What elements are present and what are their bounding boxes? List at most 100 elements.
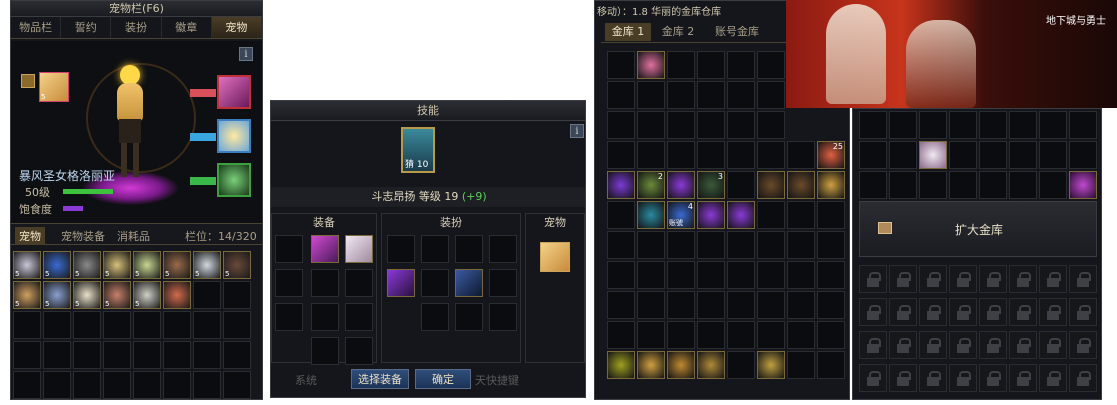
empty-slot[interactable] xyxy=(757,141,785,169)
lock-icon[interactable] xyxy=(21,74,35,88)
empty-slot[interactable] xyxy=(667,51,695,79)
empty-slot[interactable] xyxy=(889,171,917,199)
empty-slot[interactable] xyxy=(223,341,251,369)
empty-slot[interactable] xyxy=(727,111,755,139)
info-icon[interactable]: i xyxy=(239,47,253,61)
empty-slot[interactable] xyxy=(817,201,845,229)
empty-slot[interactable] xyxy=(223,371,251,399)
empty-slot[interactable] xyxy=(607,291,635,319)
empty-slot[interactable] xyxy=(919,171,947,199)
empty-slot[interactable] xyxy=(727,171,755,199)
empty-slot[interactable] xyxy=(103,371,131,399)
empty-slot[interactable] xyxy=(667,111,695,139)
pet-item-slot[interactable]: 5 xyxy=(223,251,251,279)
empty-slot[interactable] xyxy=(637,291,665,319)
pet-item-slot[interactable]: 5 xyxy=(13,281,41,309)
empty-slot[interactable] xyxy=(697,51,725,79)
empty-slot[interactable] xyxy=(859,141,887,169)
empty-slot[interactable] xyxy=(787,261,815,289)
pet-equip-slot-green[interactable] xyxy=(217,163,251,197)
empty-slot[interactable] xyxy=(697,81,725,109)
vault-item-slot[interactable] xyxy=(727,201,755,229)
empty-slot[interactable] xyxy=(193,341,221,369)
vault-item-slot[interactable] xyxy=(697,351,725,379)
pet-item-slot[interactable]: 5 xyxy=(43,281,71,309)
empty-slot[interactable] xyxy=(817,291,845,319)
empty-slot[interactable] xyxy=(133,371,161,399)
empty-slot[interactable] xyxy=(133,341,161,369)
empty-slot[interactable] xyxy=(667,321,695,349)
pet-item-slot[interactable]: 5 xyxy=(73,251,101,279)
empty-slot[interactable] xyxy=(787,201,815,229)
empty-slot[interactable] xyxy=(1009,171,1037,199)
pet-column-portrait[interactable] xyxy=(540,242,570,272)
empty-slot[interactable] xyxy=(667,291,695,319)
empty-slot[interactable] xyxy=(1009,141,1037,169)
empty-slot[interactable] xyxy=(1039,111,1067,139)
empty-slot[interactable] xyxy=(757,201,785,229)
empty-slot[interactable] xyxy=(979,171,1007,199)
empty-slot[interactable] xyxy=(817,321,845,349)
pet-item-slot[interactable]: 5 xyxy=(103,281,131,309)
vault-item-slot[interactable] xyxy=(607,351,635,379)
vault-item-slot[interactable]: 3 xyxy=(697,171,725,199)
sub-tab-pet-equip[interactable]: 宠物装备 xyxy=(61,228,105,244)
empty-slot[interactable] xyxy=(817,261,845,289)
empty-slot[interactable] xyxy=(667,261,695,289)
empty-slot[interactable] xyxy=(103,341,131,369)
vault-item-slot[interactable] xyxy=(667,171,695,199)
empty-slot[interactable] xyxy=(757,81,785,109)
empty-slot[interactable] xyxy=(727,321,755,349)
empty-slot[interactable] xyxy=(787,141,815,169)
empty-slot[interactable] xyxy=(949,141,977,169)
select-equipment-button[interactable]: 选择装备 xyxy=(351,369,409,389)
vault-item-slot[interactable] xyxy=(787,171,815,199)
pet-equip-slot-red[interactable] xyxy=(217,75,251,109)
vault-item-slot[interactable] xyxy=(757,351,785,379)
empty-slot[interactable] xyxy=(73,311,101,339)
vault-item-slot[interactable] xyxy=(757,171,785,199)
empty-slot[interactable] xyxy=(13,341,41,369)
tab-pet[interactable]: 宠物 xyxy=(211,17,262,38)
pet-item-slot[interactable]: 5 xyxy=(193,251,221,279)
empty-slot[interactable] xyxy=(1069,111,1097,139)
empty-slot[interactable] xyxy=(697,141,725,169)
pet-item-slot[interactable]: 5 xyxy=(163,251,191,279)
empty-slot[interactable] xyxy=(667,231,695,259)
empty-slot[interactable] xyxy=(727,51,755,79)
empty-slot[interactable] xyxy=(817,351,845,379)
vault-item-slot[interactable] xyxy=(667,351,695,379)
sub-tab-consumable[interactable]: 消耗品 xyxy=(117,228,150,244)
empty-slot[interactable] xyxy=(757,291,785,319)
vault-item-slot[interactable]: 25 xyxy=(817,141,845,169)
empty-slot[interactable] xyxy=(817,231,845,259)
empty-slot[interactable] xyxy=(787,321,815,349)
empty-slot[interactable] xyxy=(787,291,815,319)
empty-slot[interactable] xyxy=(73,371,101,399)
empty-slot[interactable] xyxy=(223,311,251,339)
empty-slot[interactable] xyxy=(1039,141,1067,169)
empty-slot[interactable] xyxy=(727,231,755,259)
empty-slot[interactable] xyxy=(787,351,815,379)
empty-slot[interactable] xyxy=(1069,141,1097,169)
info-icon[interactable]: i xyxy=(570,124,584,138)
empty-slot[interactable] xyxy=(757,261,785,289)
vault-item-slot[interactable] xyxy=(817,171,845,199)
empty-slot[interactable] xyxy=(607,51,635,79)
empty-slot[interactable] xyxy=(43,311,71,339)
tab-inventory[interactable]: 物品栏 xyxy=(11,17,62,38)
empty-slot[interactable] xyxy=(13,311,41,339)
empty-slot[interactable] xyxy=(919,111,947,139)
empty-slot[interactable] xyxy=(637,111,665,139)
empty-slot[interactable] xyxy=(949,171,977,199)
empty-slot[interactable] xyxy=(1009,111,1037,139)
confirm-button[interactable]: 确定 xyxy=(415,369,471,389)
empty-slot[interactable] xyxy=(949,111,977,139)
empty-slot[interactable] xyxy=(607,201,635,229)
vault-item-slot[interactable]: 4 账號 xyxy=(667,201,695,229)
empty-slot[interactable] xyxy=(73,341,101,369)
empty-slot[interactable] xyxy=(727,141,755,169)
empty-slot[interactable] xyxy=(727,351,755,379)
empty-slot[interactable] xyxy=(859,111,887,139)
empty-slot[interactable] xyxy=(607,111,635,139)
